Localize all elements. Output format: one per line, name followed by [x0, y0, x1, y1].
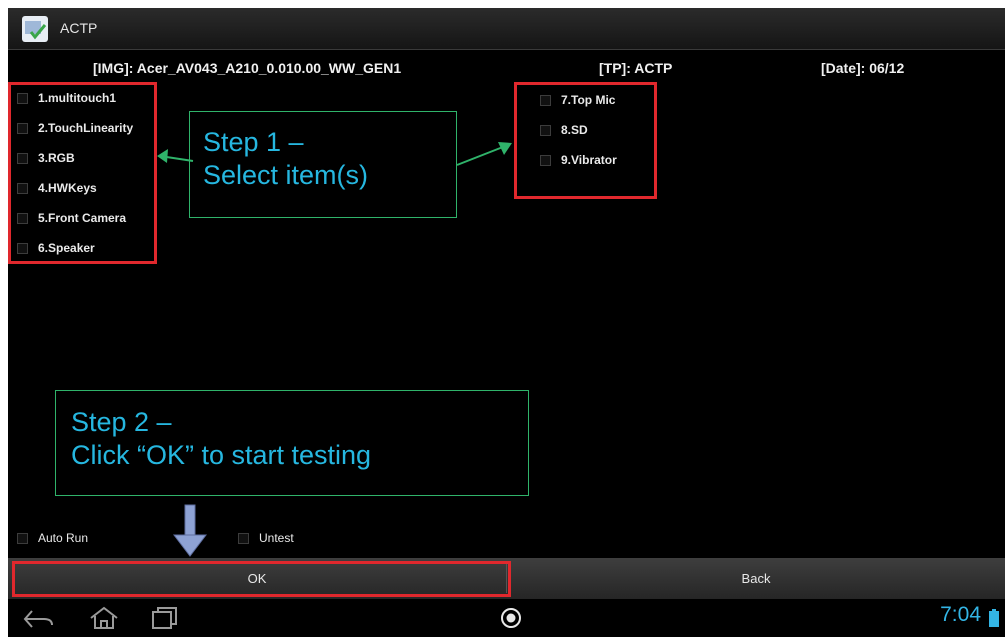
clock: 7:04	[940, 603, 981, 626]
battery-icon	[989, 609, 999, 627]
ok-button-highlight	[12, 561, 511, 597]
arrow-left-icon	[157, 149, 168, 163]
annotation-arrows	[157, 142, 512, 557]
step2-line2: Click “OK” to start testing	[71, 440, 372, 470]
back-icon[interactable]	[22, 607, 56, 631]
tablet-screen: ACTP [IMG]: Acer_AV043_A210_0.010.00_WW_…	[8, 8, 1005, 637]
back-button[interactable]: Back	[507, 558, 1005, 599]
auto-run-option[interactable]: Auto Run	[17, 528, 88, 548]
arrow-down-icon	[172, 534, 208, 557]
step2-line1: Step 2 –	[71, 407, 172, 437]
auto-run-label: Auto Run	[38, 531, 89, 545]
untest-label: Untest	[259, 531, 294, 545]
checkbox[interactable]	[17, 532, 28, 544]
system-nav-bar: 7:04	[8, 599, 1005, 637]
notification-circle-icon[interactable]	[499, 606, 523, 630]
step2-callout: Step 2 – Click “OK” to start testing	[55, 390, 529, 496]
untest-option[interactable]: Untest	[238, 528, 294, 548]
recent-apps-icon[interactable]	[149, 606, 179, 632]
checkbox[interactable]	[238, 532, 249, 544]
home-icon[interactable]	[87, 605, 121, 631]
